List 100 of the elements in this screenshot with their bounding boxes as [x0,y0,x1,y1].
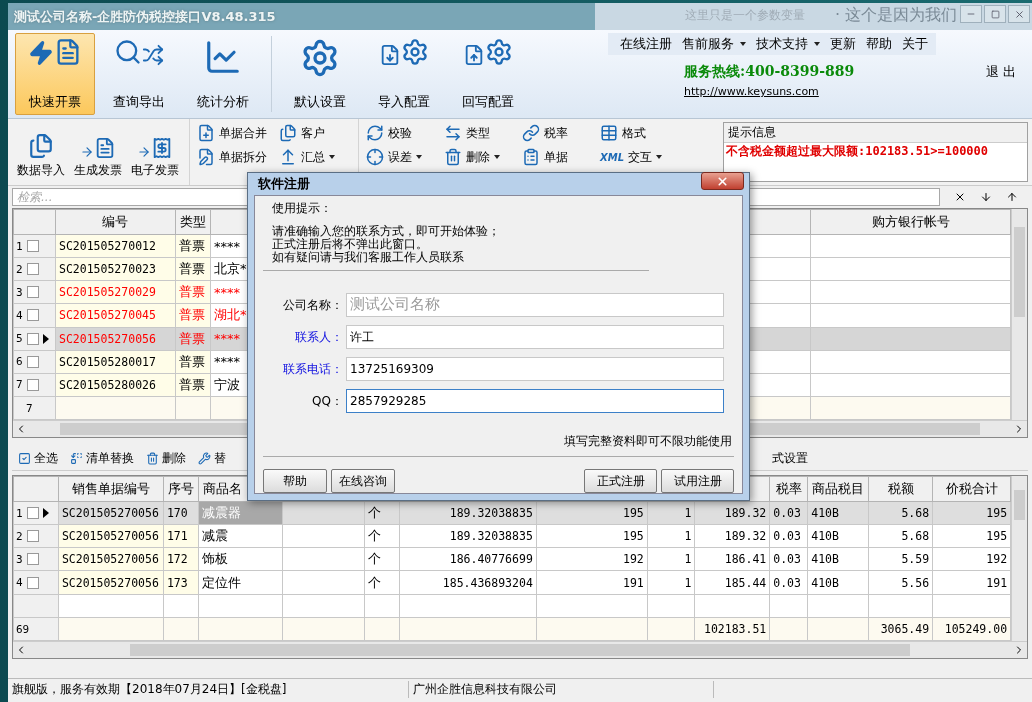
row-header[interactable]: 4 [13,303,56,327]
menu-item[interactable]: 帮助 [866,35,892,53]
hint-text: 填写完整资料即可不限功能使用 [563,433,732,450]
lightning-document-icon [28,38,82,66]
menu-item[interactable]: 售前服务 [682,35,746,53]
toolbar-button[interactable]: 删除 [441,146,513,168]
dialog-button[interactable]: 正式注册 [584,469,657,493]
dialog-title: 软件注册 [258,175,310,193]
vertical-scrollbar[interactable] [1011,476,1027,641]
column-header: 税率 [769,476,808,502]
row-checkbox[interactable] [26,576,39,589]
row-header[interactable]: 2 [13,524,59,548]
crosshair-icon [366,148,384,166]
input-field[interactable]: 2857929285 [346,389,724,413]
toolbar-button[interactable]: 电子发票 [126,119,183,185]
document-gear-icon [379,38,429,66]
ribbon-button[interactable]: 回写配置 [448,33,528,115]
toolbar-button[interactable]: 误差 [363,146,435,168]
input-field[interactable]: 测试公司名称 [346,293,724,317]
row-checkbox[interactable] [26,507,39,520]
row-header[interactable]: 1 [13,234,56,258]
close-button[interactable] [1008,5,1030,23]
toolbar-button[interactable]: 客户 [276,122,348,144]
toolbar-button[interactable]: 清单替换 [70,449,134,467]
arrow-up-icon[interactable] [1006,191,1018,203]
website-link[interactable]: http://www.keysuns.com [684,85,855,98]
row-header[interactable]: 2 [13,257,56,281]
row-header[interactable]: 3 [13,280,56,304]
toolbar-button[interactable]: XML 交互 [597,146,669,168]
menu-item[interactable]: 在线注册 [620,35,672,53]
row-number: 4 [16,576,23,590]
input-field[interactable]: 许工 [346,325,724,349]
row-header[interactable]: 1 [13,501,59,525]
row-checkbox[interactable] [26,332,39,345]
row-checkbox[interactable] [26,240,39,253]
toolbar-button[interactable]: 式设置 [772,449,808,467]
row-header[interactable]: 6 [13,350,56,374]
window-title: 测试公司名称-企胜防伪税控接口V8.48.315 [13,7,276,26]
row-number: 4 [16,308,23,322]
toolbar-button[interactable]: 全选 [18,449,58,467]
refresh-icon [366,124,384,142]
row-checkbox[interactable] [26,378,39,391]
ribbon-button[interactable]: 默认设置 [280,33,360,115]
row-count: 7 [25,401,33,415]
table-cell: SC201505270012 [55,234,176,258]
menu-item[interactable]: 技术支持 [756,35,820,53]
close-button[interactable] [701,172,744,190]
toolbar-button[interactable]: 单据 [519,146,591,168]
menu-item[interactable]: 关于 [902,35,928,53]
exit-link[interactable]: 退 出 [985,63,1016,81]
dialog-button[interactable]: 帮助 [263,469,327,493]
row-header[interactable]: 3 [13,547,59,571]
table-cell: 192 [536,547,648,571]
ribbon-button[interactable]: 统计分析 [183,33,263,115]
column-header: 销售单据编号 [58,476,164,502]
toolbar-button[interactable]: 校验 [363,122,435,144]
dialog-button[interactable]: 在线咨询 [331,469,395,493]
ribbon-button[interactable]: 快速开票 [15,33,95,115]
ribbon-button[interactable]: 查询导出 [99,33,179,115]
row-header[interactable]: 4 [13,570,59,595]
dialog-button[interactable]: 试用注册 [661,469,734,493]
document-gear-icon [463,38,513,66]
minimize-button[interactable] [960,5,982,23]
wrench-icon [198,451,211,465]
toolbar-button[interactable]: 类型 [441,122,513,144]
toolbar-button[interactable]: 税率 [519,122,591,144]
toolbar-button[interactable]: 数据导入 [12,119,69,185]
toolbar-button[interactable]: 单据拆分 [194,146,270,168]
toolbar-button[interactable]: 单据合并 [194,122,270,144]
info-panel-title: 提示信息 [724,123,1027,143]
toolbar-button[interactable]: 格式 [597,122,669,144]
status-text: 旗舰版，服务有效期【2018年07月24日】[金税盘] [8,680,409,698]
toolbar-button[interactable]: 替 [198,449,226,467]
row-number: 1 [16,506,23,520]
row-header[interactable]: 7 [13,373,56,397]
horizontal-scrollbar[interactable] [13,641,1027,658]
document-stack-icon [27,133,54,159]
table-cell: SC201505280017 [55,350,176,374]
toolbar-button[interactable]: 删除 [146,449,186,467]
row-number: 2 [16,262,23,276]
ribbon-button[interactable]: 导入配置 [364,33,444,115]
row-checkbox[interactable] [26,263,39,276]
row-checkbox[interactable] [26,553,39,566]
row-checkbox[interactable] [26,309,39,322]
column-header: 类型 [175,209,211,235]
column-header: 商品税目 [807,476,869,502]
input-field[interactable]: 13725169309 [346,357,724,381]
row-header[interactable]: 5 [13,327,56,351]
maximize-button[interactable] [984,5,1006,23]
row-checkbox[interactable] [26,530,39,543]
clear-icon[interactable] [954,191,966,203]
vertical-scrollbar[interactable] [1011,209,1027,420]
row-count: 69 [16,622,30,636]
toolbar-button[interactable]: 汇总 [276,146,348,168]
menu-item[interactable]: 更新 [830,35,856,53]
arrow-down-icon[interactable] [980,191,992,203]
column-header: 序号 [163,476,199,502]
row-checkbox[interactable] [26,355,39,368]
toolbar-button[interactable]: 生成发票 [69,119,126,185]
row-checkbox[interactable] [26,286,39,299]
